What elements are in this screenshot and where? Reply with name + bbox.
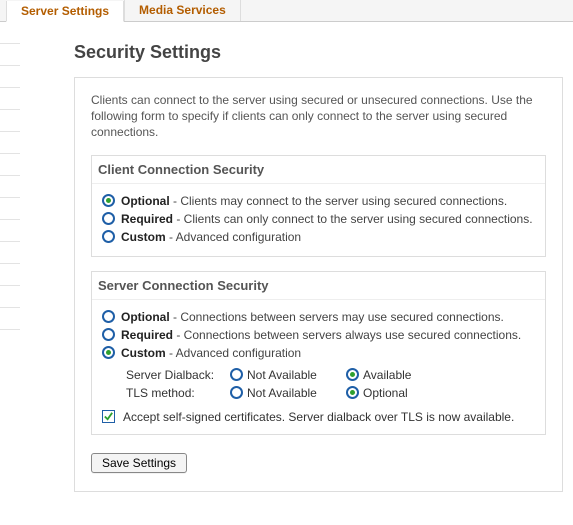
page-title: Security Settings (74, 42, 563, 63)
sidebar-stubs (0, 28, 20, 336)
checkbox-icon (102, 410, 115, 423)
server-custom-subblock: Server Dialback: Not Available Available… (126, 366, 537, 402)
radio-icon (102, 310, 115, 323)
client-option-custom[interactable]: Custom - Advanced configuration (100, 228, 537, 246)
client-option-optional[interactable]: Optional - Clients may connect to the se… (100, 192, 537, 210)
option-text: Not Available (247, 386, 317, 400)
radio-icon (230, 368, 243, 381)
intro-text: Clients can connect to the server using … (91, 92, 546, 141)
option-label: Custom - Advanced configuration (121, 346, 301, 360)
option-label: Optional - Clients may connect to the se… (121, 194, 507, 208)
option-text: Not Available (247, 368, 317, 382)
radio-icon (102, 212, 115, 225)
dialback-available[interactable]: Available (346, 368, 454, 382)
server-option-required[interactable]: Required - Connections between servers a… (100, 326, 537, 344)
radio-icon (346, 368, 359, 381)
option-label: Optional - Connections between servers m… (121, 310, 504, 324)
radio-icon (102, 328, 115, 341)
dialback-label: Server Dialback: (126, 368, 222, 382)
client-option-required[interactable]: Required - Clients can only connect to t… (100, 210, 537, 228)
settings-panel: Clients can connect to the server using … (74, 77, 563, 492)
radio-icon (230, 386, 243, 399)
client-group-header: Client Connection Security (92, 156, 545, 184)
radio-icon (102, 194, 115, 207)
tls-label: TLS method: (126, 386, 222, 400)
radio-icon (102, 230, 115, 243)
option-text: Available (363, 368, 411, 382)
tab-server-settings[interactable]: Server Settings (6, 1, 124, 22)
accept-self-signed-row[interactable]: Accept self-signed certificates. Server … (102, 410, 537, 424)
option-text: Optional (363, 386, 408, 400)
option-label: Custom - Advanced configuration (121, 230, 301, 244)
server-option-optional[interactable]: Optional - Connections between servers m… (100, 308, 537, 326)
save-button[interactable]: Save Settings (91, 453, 187, 473)
server-connection-group: Server Connection Security Optional - Co… (91, 271, 546, 435)
dialback-not-available[interactable]: Not Available (230, 368, 338, 382)
radio-icon (102, 346, 115, 359)
client-connection-group: Client Connection Security Optional - Cl… (91, 155, 546, 257)
tabbar: Server Settings Media Services (0, 0, 573, 22)
radio-icon (346, 386, 359, 399)
tab-media-services[interactable]: Media Services (124, 0, 241, 21)
tls-not-available[interactable]: Not Available (230, 386, 338, 400)
accept-self-signed-label: Accept self-signed certificates. Server … (123, 410, 514, 424)
option-label: Required - Clients can only connect to t… (121, 212, 533, 226)
option-label: Required - Connections between servers a… (121, 328, 521, 342)
server-group-header: Server Connection Security (92, 272, 545, 300)
tls-optional[interactable]: Optional (346, 386, 454, 400)
server-option-custom[interactable]: Custom - Advanced configuration (100, 344, 537, 362)
